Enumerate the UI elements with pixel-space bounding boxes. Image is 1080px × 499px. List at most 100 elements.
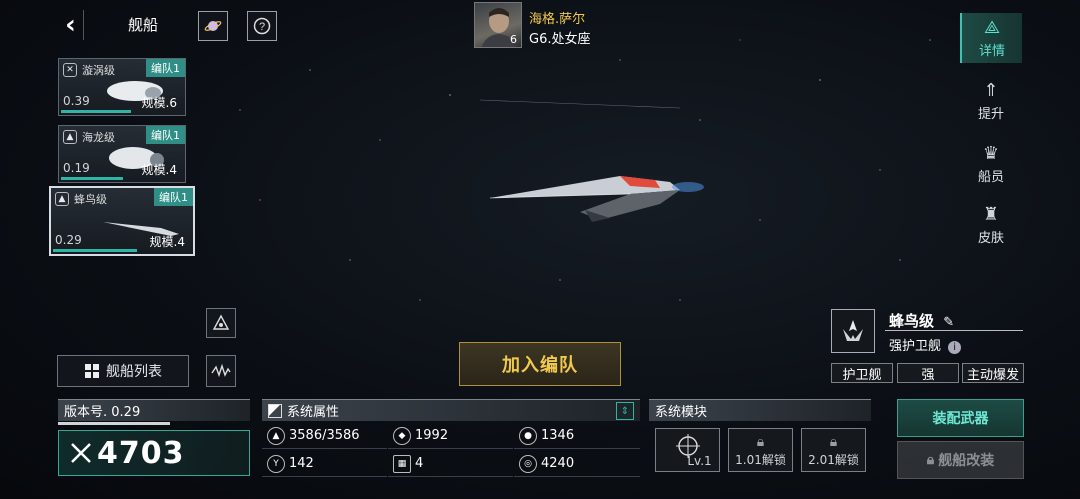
hummingbird-icon	[843, 320, 863, 341]
ship-modify-label: 舰船改装	[938, 453, 995, 469]
divider	[885, 330, 1023, 331]
module-slot-3-locked[interactable]: 🔒︎ 2.01解锁	[801, 428, 866, 472]
ship-class: 强护卫舰 i	[889, 335, 962, 354]
shield-icon: ●	[519, 426, 537, 445]
ship-modify-button[interactable]: 🔒︎ 舰船改装	[897, 441, 1024, 479]
ship-list-label: 舰船列表	[106, 364, 162, 380]
stat-speed: Y 142	[262, 451, 387, 477]
tag-escort: 护卫舰	[831, 363, 893, 383]
details-icon: ⟁	[983, 17, 1001, 38]
target-icon: ◎	[519, 454, 537, 473]
sort-toggle-icon[interactable]: ⇕	[616, 402, 634, 420]
captain-subtitle: G6.处女座	[529, 32, 591, 47]
fleet-formation-button[interactable]	[206, 308, 236, 338]
ship-name-text: 蜂鸟级	[889, 312, 935, 330]
chevron-left-icon: ‹	[65, 10, 76, 40]
attributes-title: 系统属性	[287, 405, 340, 420]
ship-card-2-selected[interactable]: ▲ 蜂鸟级 编队1 0.29 规模.4	[49, 186, 195, 256]
lock-icon: 🔒︎	[756, 434, 765, 450]
tab-label: 提升	[977, 107, 1004, 122]
tab-upgrade[interactable]: ⇑ 提升	[960, 76, 1022, 126]
tab-details[interactable]: ⟁ 详情	[960, 13, 1022, 63]
join-fleet-button[interactable]: 加入编队	[459, 342, 621, 386]
ship-type-icon: ✕	[63, 63, 77, 77]
stat-value: 3586/3586	[289, 428, 360, 443]
captain-level: 6	[510, 33, 517, 46]
ship-name: 蜂鸟级 ✎	[889, 310, 954, 331]
ship-card-scale: 规模.4	[149, 235, 185, 249]
edit-icon[interactable]: ✎	[943, 315, 954, 330]
page-title: 舰船	[128, 16, 159, 34]
progress-bar	[61, 110, 131, 113]
tab-label: 详情	[978, 44, 1005, 59]
crew-icon: ♛	[982, 143, 1000, 164]
ship-type-icon: ▲	[55, 192, 69, 206]
equip-weapon-button[interactable]: 装配武器	[897, 399, 1024, 437]
module-label: 2.01解锁	[808, 453, 859, 467]
grid-icon: ▦	[393, 454, 411, 473]
lock-icon: 🔒︎	[829, 434, 838, 450]
power-box: 4703	[58, 430, 250, 476]
ship-list-button[interactable]: 舰船列表	[57, 355, 189, 387]
ship-card-name: 蜂鸟级	[74, 193, 107, 206]
modules-header: 系统模块	[649, 399, 871, 421]
module-slot-2-locked[interactable]: 🔒︎ 1.01解锁	[728, 428, 793, 472]
progress-bar	[53, 249, 137, 252]
lock-icon: 🔒︎	[926, 452, 935, 468]
planet-button[interactable]	[198, 11, 228, 41]
tag-strong: 强	[897, 363, 959, 383]
tab-label: 船员	[977, 170, 1004, 185]
fleet-tag: 编队1	[154, 188, 193, 206]
attributes-header: 系统属性 ⇕	[262, 399, 640, 421]
stat-hull: ▲ 3586/3586	[262, 423, 387, 449]
power-value: 4703	[97, 435, 185, 471]
formation-icon	[212, 314, 230, 330]
captain-name: 海格.萨尔	[529, 12, 586, 27]
ship-model	[489, 176, 704, 222]
planet-icon	[204, 21, 222, 31]
version-label: 版本号. 0.29	[58, 399, 250, 421]
tab-skin[interactable]: ♜ 皮肤	[960, 200, 1022, 250]
help-button[interactable]: ?	[247, 11, 277, 41]
module-label: 1.01解锁	[735, 453, 786, 467]
wave-button[interactable]	[206, 355, 236, 387]
tab-label: 皮肤	[977, 231, 1004, 246]
ship-card-1[interactable]: ▲ 海龙级 编队1 0.19 规模.4	[58, 125, 186, 183]
progress-bar	[61, 177, 123, 180]
svg-text:?: ?	[259, 21, 265, 33]
version-progress	[58, 422, 170, 425]
stat-armor: ◆ 1992	[388, 423, 513, 449]
module-slot-1[interactable]: Lv.1	[655, 428, 720, 472]
back-button[interactable]: ‹	[58, 10, 84, 40]
ship-card-value: 0.29	[55, 233, 82, 247]
stat-shield: ● 1346	[514, 423, 640, 449]
module-label: Lv.1	[687, 454, 712, 468]
question-icon: ?	[253, 17, 271, 35]
swords-icon	[71, 443, 91, 463]
stat-grid: ▦ 4	[388, 451, 513, 477]
stat-target: ◎ 4240	[514, 451, 640, 477]
stat-value: 4	[415, 456, 424, 471]
ship-class-badge	[831, 309, 875, 353]
attributes-icon	[268, 403, 282, 418]
stat-value: 1346	[541, 428, 575, 443]
tag-active-burst: 主动爆发	[962, 363, 1024, 383]
grid-icon	[85, 364, 99, 378]
waveform-icon	[211, 363, 231, 378]
captain-avatar[interactable]: 6	[474, 2, 522, 48]
hull-icon: ▲	[267, 426, 285, 445]
ship-type-icon: ▲	[63, 130, 77, 144]
info-icon[interactable]: i	[948, 341, 962, 354]
ship-card-value: 0.19	[63, 161, 90, 175]
ship-card-scale: 规模.4	[141, 163, 177, 177]
stat-value: 142	[289, 456, 314, 471]
ship-card-0[interactable]: ✕ 漩涡级 编队1 0.39 规模.6	[58, 58, 186, 116]
stat-value: 4240	[541, 456, 575, 471]
upgrade-icon: ⇑	[983, 80, 999, 101]
ship-class-text: 强护卫舰	[889, 339, 942, 354]
stat-value: 1992	[415, 428, 449, 443]
ship-card-value: 0.39	[63, 94, 90, 108]
skin-icon: ♜	[982, 204, 1000, 225]
ship-card-scale: 规模.6	[141, 96, 177, 110]
tab-crew[interactable]: ♛ 船员	[960, 139, 1022, 189]
